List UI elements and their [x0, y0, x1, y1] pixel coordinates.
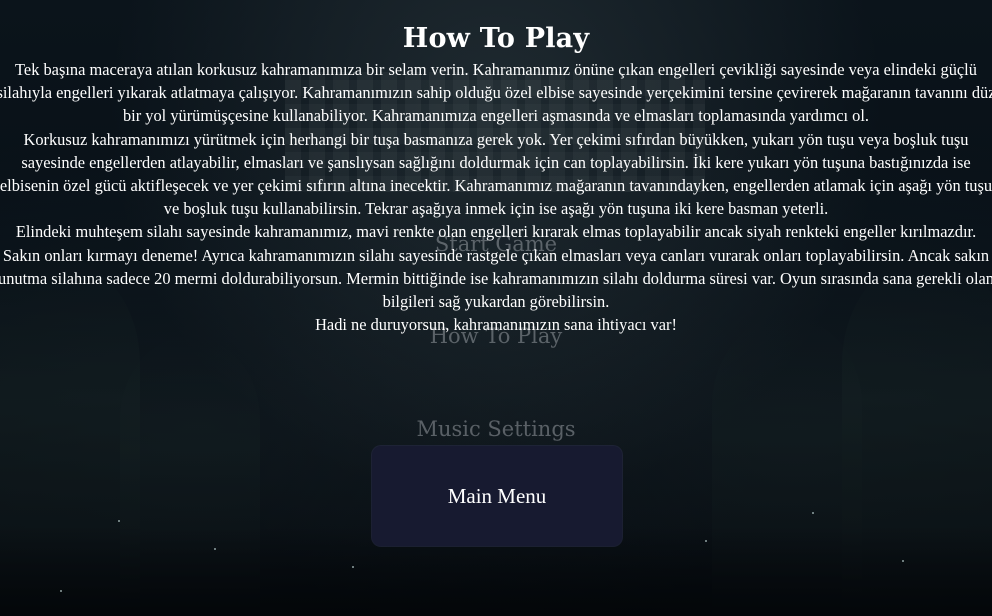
background-speck — [118, 520, 120, 522]
instruction-paragraph: Korkusuz kahramanımızı yürütmek için her… — [0, 129, 992, 219]
background-speck — [352, 566, 354, 568]
page-title: How To Play — [402, 23, 590, 54]
instruction-paragraph: Tek başına maceraya atılan korkusuz kahr… — [0, 60, 992, 126]
background-speck — [705, 540, 707, 542]
background-speck — [60, 590, 62, 592]
background-speck — [902, 560, 904, 562]
instruction-paragraph: Hadi ne duruyorsun, kahramanımızın sana … — [315, 315, 677, 335]
instruction-paragraph: Elindeki muhteşem silahı sayesinde kahra… — [0, 222, 992, 312]
main-menu-button[interactable]: Main Menu — [372, 446, 622, 546]
background-speck — [214, 548, 216, 550]
ghost-music-settings: Music Settings — [416, 417, 576, 441]
how-to-play-panel: How To Play Tek başına maceraya atılan k… — [0, 22, 992, 336]
background-speck — [812, 512, 814, 514]
